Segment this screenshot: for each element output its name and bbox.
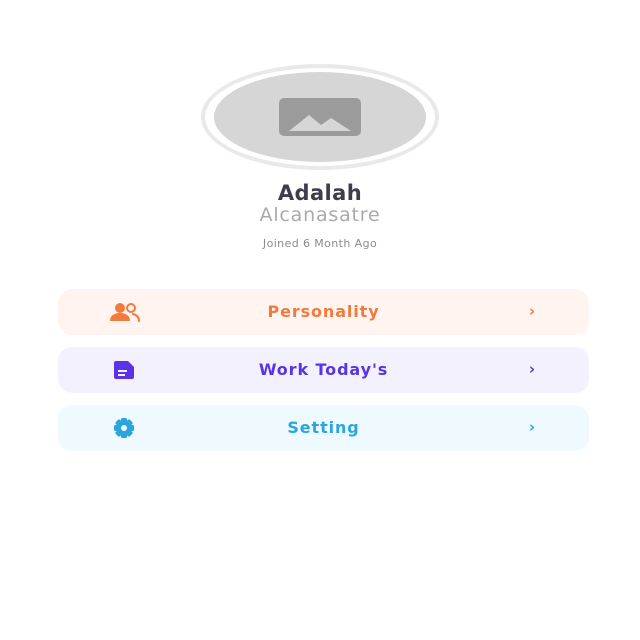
menu-item-work-today[interactable]: Work Today's › bbox=[58, 347, 589, 393]
chevron-right-icon: › bbox=[528, 360, 535, 378]
menu-item-personality[interactable]: Personality › bbox=[58, 289, 589, 335]
chevron-right-icon: › bbox=[528, 302, 535, 320]
menu-label-work-today: Work Today's bbox=[258, 360, 389, 379]
avatar[interactable] bbox=[214, 72, 426, 162]
chevron-right-icon: › bbox=[528, 418, 535, 436]
profile-name: Adalah bbox=[277, 181, 363, 205]
menu-label-personality: Personality bbox=[267, 302, 380, 321]
menu-label-setting: Setting bbox=[287, 418, 360, 437]
menu-item-setting[interactable]: Setting › bbox=[58, 405, 589, 451]
profile-screen: Adalah Alcanasatre Joined 6 Month Ago Pe… bbox=[0, 0, 640, 640]
avatar-frame bbox=[201, 64, 439, 170]
image-placeholder-icon bbox=[279, 98, 361, 136]
joined-date-text: Joined 6 Month Ago bbox=[262, 237, 378, 250]
profile-username: Alcanasatre bbox=[259, 204, 381, 226]
